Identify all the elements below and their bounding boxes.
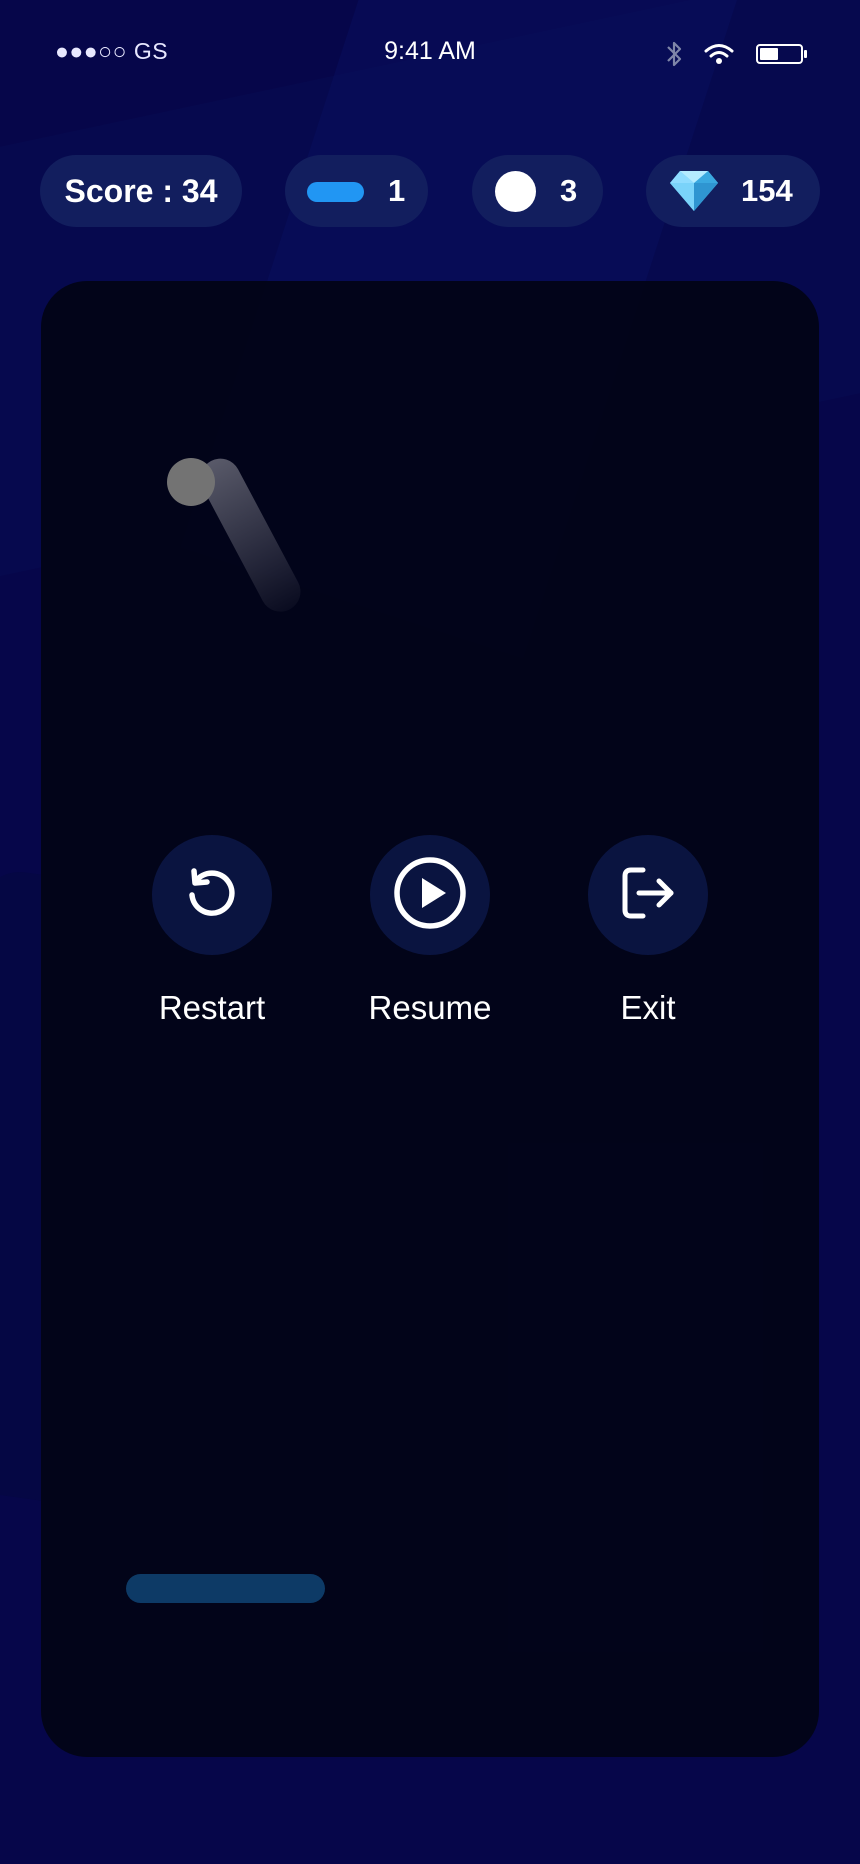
ball-count: 3 (560, 173, 578, 208)
paddle-count-pill: 1 (285, 155, 428, 227)
gem-count-pill: 154 (646, 155, 820, 227)
bluetooth-icon (666, 40, 682, 73)
hud: Score : 34 1 3 154 (0, 155, 860, 227)
score-text: Score : 34 (64, 172, 218, 209)
exit-button[interactable] (588, 835, 708, 955)
gem-count: 154 (741, 173, 793, 208)
wifi-icon (704, 43, 734, 70)
game-paddle[interactable] (126, 1574, 325, 1603)
game-board: Restart Resume Exit (41, 281, 819, 1757)
resume-label: Resume (368, 989, 492, 1026)
paddle-icon (307, 182, 364, 202)
restart-icon (182, 863, 242, 928)
restart-button[interactable] (152, 835, 272, 955)
ball-icon (495, 171, 536, 212)
resume-icon (393, 856, 467, 935)
gem-icon (668, 169, 720, 221)
battery-icon (756, 43, 808, 70)
paddle-count: 1 (388, 173, 406, 208)
ball-count-pill: 3 (472, 155, 603, 227)
exit-label: Exit (620, 989, 676, 1026)
game-ball (167, 458, 215, 506)
status-bar: ●●●○○ GS 9:41 AM (0, 0, 860, 104)
restart-label: Restart (158, 989, 266, 1026)
exit-icon (617, 862, 679, 929)
resume-button[interactable] (370, 835, 490, 955)
score-pill: Score : 34 (40, 155, 242, 227)
